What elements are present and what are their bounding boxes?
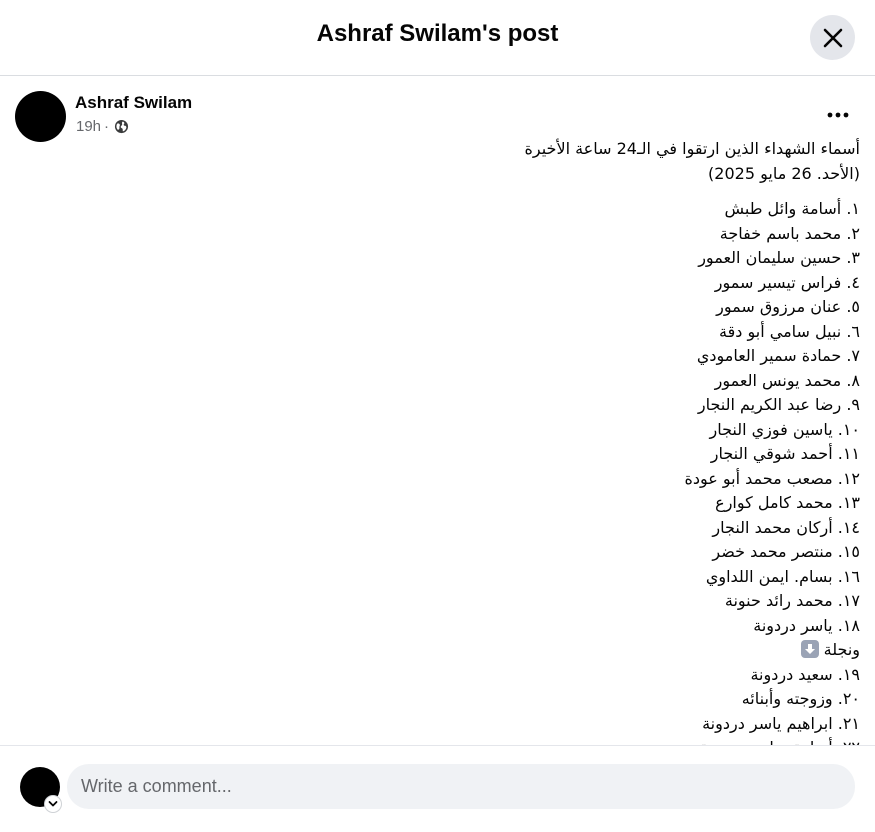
- sub-heading-line: ونجلة: [15, 638, 860, 663]
- name-list-item: ٣. حسين سليمان العمور: [698, 248, 860, 267]
- post-meta: 19h ·: [76, 118, 129, 135]
- name-list-item: ١٩. سعيد دردونة: [750, 664, 860, 684]
- name-list-item: ١٨. ياسر دردونة: [753, 615, 860, 635]
- name-list-item: ١١. أحمد شوقي النجار: [710, 444, 860, 463]
- name-list-item: ٢. محمد باسم خفاجة: [719, 223, 860, 243]
- name-list-item: ١٠. ياسين فوزي النجار: [709, 419, 860, 439]
- name-list-item: ١٥. منتصر محمد خضر: [712, 542, 860, 561]
- post-time[interactable]: 19h: [76, 118, 101, 135]
- close-icon: [823, 28, 842, 47]
- name-list-item: ٩. رضا عبد الكريم النجار: [697, 395, 860, 414]
- name-list-item: ١. أسامة وائل طبش: [724, 199, 860, 218]
- name-list-item: ٨. محمد يونس العمور: [714, 370, 860, 390]
- post-dialog-header: Ashraf Swilam's post: [0, 0, 875, 76]
- comment-input[interactable]: [67, 764, 855, 809]
- down-arrow-emoji-icon: [800, 640, 819, 658]
- post-scroll-area[interactable]: Ashraf Swilam 19h · أسماء الشهداء الذين …: [0, 77, 875, 745]
- name-list-item: ١٣. محمد كامل كوارع: [715, 493, 860, 512]
- post-heading-line: أسماء الشهداء الذين ارتقوا في الـ24 ساعة…: [524, 139, 860, 158]
- author-avatar[interactable]: [15, 91, 66, 142]
- name-list-item: ١٧. محمد رائد حنونة: [724, 591, 860, 610]
- name-list-item: ٢٠. وزوجته وأبنائه: [741, 689, 860, 708]
- meta-separator: ·: [104, 118, 110, 135]
- name-list-item: ١٦. بسام. ايمن اللداوي: [705, 566, 860, 586]
- name-list-item: ٦. نبيل سامي أبو دقة: [719, 321, 860, 341]
- name-list-item: ١٢. مصعب محمد أبو عودة: [684, 468, 860, 488]
- name-list-item: ١٤. أركان محمد النجار: [712, 517, 860, 537]
- globe-icon[interactable]: [114, 119, 129, 134]
- name-list-item: ٢٢. أسامة سامي دردونة: [15, 736, 860, 745]
- author-name[interactable]: Ashraf Swilam: [75, 93, 192, 113]
- dialog-title: Ashraf Swilam's post: [316, 20, 559, 47]
- more-icon: [827, 112, 849, 118]
- sub-heading-text: ونجلة: [823, 640, 860, 659]
- profile-switch-button[interactable]: [44, 795, 62, 813]
- more-options-button[interactable]: [820, 101, 856, 129]
- close-button[interactable]: [810, 15, 855, 60]
- name-list-item: ٤. فراس تيسير سمور: [714, 272, 860, 292]
- comment-composer: [0, 745, 875, 832]
- post-body: أسماء الشهداء الذين ارتقوا في الـ24 ساعة…: [15, 137, 860, 745]
- chevron-down-icon: [48, 801, 58, 807]
- name-list-item: ٢١. ابراهيم ياسر دردونة: [702, 713, 860, 733]
- name-list-item: ٥. عنان مرزوق سمور: [716, 297, 860, 316]
- name-list-item: ٧. حمادة سمير العامودي: [696, 346, 860, 365]
- post-date-line: (الأحد. 26 مايو 2025): [708, 163, 860, 183]
